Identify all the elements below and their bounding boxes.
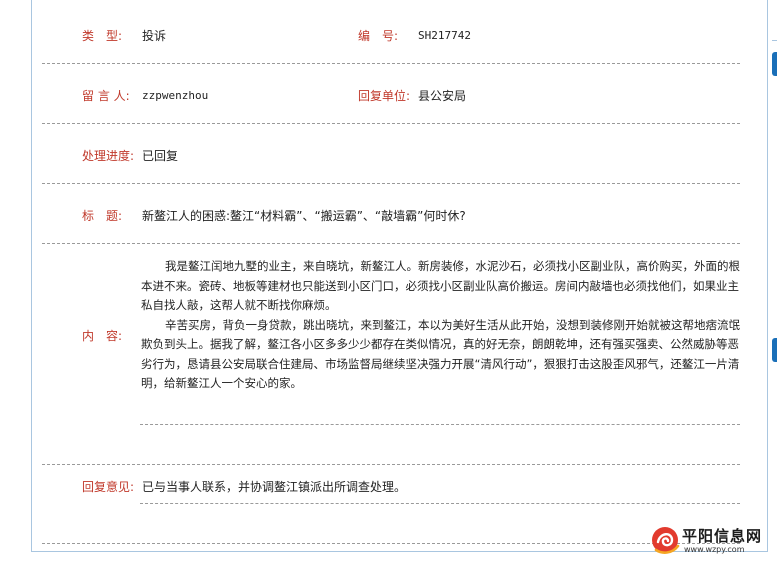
reply-value: 已与当事人联系，并协调鳌江镇派出所调查处理。 [142,480,407,494]
row-divider [42,464,740,465]
content-label: 内 容: [82,329,123,343]
row-divider [42,63,740,64]
reply-inner-divider [140,503,740,504]
content-paragraph: 我是鳌江闰地九墅的业主，来自晓坑，新鳌江人。新房装修，水泥沙石，必须找小区副业队… [141,259,740,312]
sidebar-tab[interactable] [772,52,777,76]
row-divider [42,123,740,124]
title-label: 标 题: [82,209,123,223]
content-paragraph: 辛苦买房，背负一身贷款，跳出晓坑，来到鳌江，本以为美好生活从此开始，没想到装修刚… [141,317,740,391]
reply-label: 回复意见: [82,480,135,494]
row-divider [42,183,740,184]
number-label: 编 号: [358,29,399,43]
reply-unit-value: 县公安局 [418,89,467,103]
progress-value: 已回复 [142,149,179,163]
sidebar-edge-line [772,40,777,41]
page: 类 型: 投诉 编 号: SH217742 留 言 人: zzpwenzhou … [0,0,777,565]
number-value: SH217742 [418,29,471,42]
progress-label: 处理进度: [82,149,135,163]
title-value: 新鳌江人的困惑:鳌江“材料霸”、“搬运霸”、“敲墙霸”何时休? [142,209,466,223]
reply-unit-label: 回复单位: [358,89,411,103]
type-value: 投诉 [142,29,167,43]
row-divider [42,243,740,244]
sun-swirl-logo-icon [652,527,680,554]
logo-name: 平阳信息网 [682,527,763,545]
row-divider [42,543,740,544]
right-sidebar-edge [769,0,777,565]
sidebar-tab[interactable] [772,338,777,362]
content-body: 我是鳌江闰地九墅的业主，来自晓坑，新鳌江人。新房装修，水泥沙石，必须找小区副业队… [141,257,743,394]
logo-url: www.wzpy.com [684,545,745,554]
type-label: 类 型: [82,29,123,43]
content-inner-divider [140,424,740,425]
poster-value: zzpwenzhou [142,89,209,102]
site-logo: 平阳信息网 www.wzpy.com [648,524,770,560]
poster-label: 留 言 人: [82,89,130,103]
